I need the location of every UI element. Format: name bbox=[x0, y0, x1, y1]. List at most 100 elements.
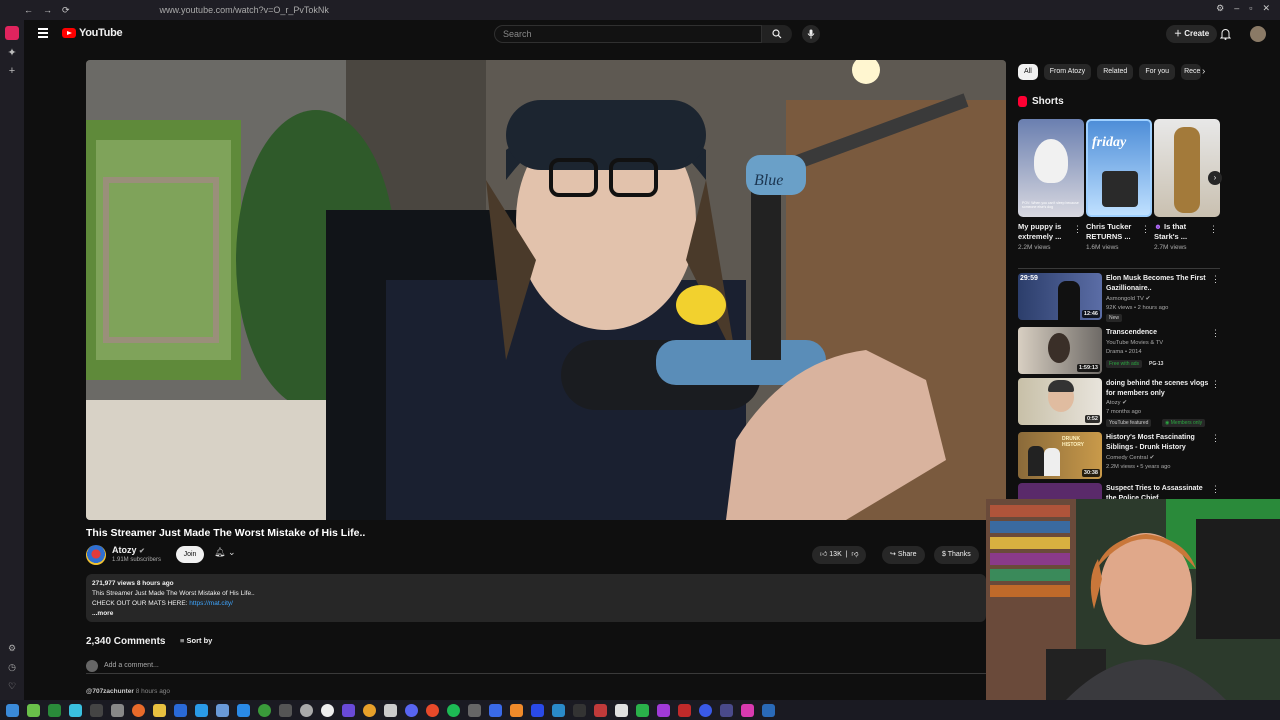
youtube-logo[interactable]: YouTube bbox=[62, 27, 123, 39]
thanks-button[interactable]: $ Thanks bbox=[934, 546, 979, 564]
description-link[interactable]: https://mat.city/ bbox=[189, 600, 233, 607]
sidebar-history-icon[interactable]: ◷ bbox=[8, 662, 16, 673]
start-icon[interactable] bbox=[6, 703, 19, 717]
chip-related[interactable]: Related bbox=[1097, 64, 1134, 80]
taskbar-app-icon[interactable] bbox=[615, 703, 628, 717]
close-icon[interactable]: ✕ bbox=[1262, 3, 1270, 14]
recommendation-item[interactable]: DRUNK HISTORY 30:38 History's Most Fasci… bbox=[1018, 432, 1220, 480]
taskbar-app-icon[interactable] bbox=[699, 703, 712, 717]
recommendation-thumbnail[interactable]: 0:52 bbox=[1018, 378, 1102, 425]
search-button[interactable] bbox=[762, 25, 792, 43]
recommendation-thumbnail[interactable]: 29:59 12:46 bbox=[1018, 273, 1102, 320]
like-button[interactable]: 👍︎ 13K | 👎︎ bbox=[812, 546, 867, 564]
sort-button[interactable]: ≡ Sort by bbox=[180, 636, 212, 645]
chip-all[interactable]: All bbox=[1018, 64, 1038, 80]
kebab-icon[interactable]: ⋮ bbox=[1073, 224, 1082, 235]
taskbar-app-icon[interactable] bbox=[216, 703, 229, 717]
taskbar-app-icon[interactable] bbox=[321, 703, 334, 717]
taskbar-app-icon[interactable] bbox=[279, 703, 292, 717]
channel-name[interactable]: Atozy ✔ bbox=[112, 545, 145, 555]
spotify-icon[interactable] bbox=[447, 703, 460, 717]
subscription-bell-button[interactable]: 🔔︎ ⌄ bbox=[214, 547, 236, 558]
taskbar-app-icon[interactable] bbox=[531, 703, 544, 717]
taskbar-app-icon[interactable] bbox=[594, 703, 607, 717]
taskbar-app-icon[interactable] bbox=[300, 703, 313, 717]
chevron-right-icon[interactable]: › bbox=[1202, 66, 1205, 77]
folder-icon[interactable] bbox=[153, 703, 166, 717]
recommendation-item[interactable]: 29:59 12:46 Elon Musk Becomes The First … bbox=[1018, 273, 1220, 322]
sidebar-new-icon[interactable]: + bbox=[0, 65, 24, 77]
show-more-button[interactable]: ...more bbox=[92, 609, 980, 619]
xbox-icon[interactable] bbox=[258, 703, 271, 717]
sidebar-favorite-icon[interactable]: ♡ bbox=[8, 681, 16, 692]
taskbar-app-icon[interactable] bbox=[720, 703, 733, 717]
taskbar-app-icon[interactable] bbox=[195, 703, 208, 717]
kebab-icon[interactable]: ⋮ bbox=[1141, 224, 1150, 235]
taskbar-app-icon[interactable] bbox=[363, 703, 376, 717]
voice-search-button[interactable] bbox=[802, 25, 820, 43]
taskbar-app-icon[interactable] bbox=[90, 703, 103, 717]
taskbar-app-icon[interactable] bbox=[636, 703, 649, 717]
taskbar-app-icon[interactable] bbox=[426, 703, 439, 717]
vlc-icon[interactable] bbox=[510, 703, 523, 717]
comment-author[interactable]: @707zachunter bbox=[86, 688, 134, 695]
kebab-icon[interactable]: ⋮ bbox=[1211, 484, 1220, 495]
kebab-icon[interactable]: ⋮ bbox=[1211, 433, 1220, 444]
short-thumbnail[interactable]: POV: When you can't sleep because someon… bbox=[1018, 119, 1084, 217]
chip-recent[interactable]: Rece bbox=[1181, 64, 1202, 80]
create-button[interactable]: ＋ Create bbox=[1166, 25, 1218, 43]
search-input[interactable]: Search bbox=[494, 25, 762, 43]
recommendation-item[interactable]: Suspect Tries to Assassinate the Police … bbox=[1018, 483, 1220, 500]
kebab-icon[interactable]: ⋮ bbox=[1209, 224, 1218, 235]
short-item[interactable]: friday Chris Tucker RETURNS ... 1.6M vie… bbox=[1086, 119, 1152, 251]
taskbar-app-icon[interactable] bbox=[468, 703, 481, 717]
reload-icon[interactable]: ⟳ bbox=[62, 5, 70, 16]
account-avatar[interactable] bbox=[1250, 26, 1266, 42]
short-item[interactable]: ☻ Is that Stark's ... 2.7M views ⋮ bbox=[1154, 119, 1220, 251]
sidebar-app-icon[interactable] bbox=[5, 26, 19, 40]
firefox-icon[interactable] bbox=[132, 703, 145, 717]
taskbar-app-icon[interactable] bbox=[741, 703, 754, 717]
video-player[interactable]: Blue bbox=[86, 60, 1006, 520]
taskbar-app-icon[interactable] bbox=[762, 703, 775, 717]
taskbar-app-icon[interactable] bbox=[48, 703, 61, 717]
maximize-icon[interactable]: ▫ bbox=[1249, 3, 1252, 14]
back-icon[interactable]: ← bbox=[24, 5, 33, 16]
short-thumbnail[interactable] bbox=[1154, 119, 1220, 217]
sidebar-add-icon[interactable]: ✦ bbox=[0, 46, 24, 59]
forward-icon[interactable]: → bbox=[43, 5, 52, 16]
chip-for-you[interactable]: For you bbox=[1139, 64, 1176, 80]
taskbar-app-icon[interactable] bbox=[342, 703, 355, 717]
address-bar[interactable]: www.youtube.com/watch?v=O_r_PvTokNk bbox=[160, 5, 329, 15]
recommendation-item[interactable]: 0:52 doing behind the scenes vlogs for m… bbox=[1018, 378, 1220, 427]
kebab-icon[interactable]: ⋮ bbox=[1211, 328, 1220, 339]
recommendation-thumbnail[interactable]: 1:59:13 bbox=[1018, 327, 1102, 374]
chip-from-atozy[interactable]: From Atozy bbox=[1043, 64, 1092, 80]
taskbar-app-icon[interactable] bbox=[657, 703, 670, 717]
kebab-icon[interactable]: ⋮ bbox=[1211, 274, 1220, 285]
sidebar-settings-icon[interactable]: ⚙ bbox=[8, 643, 16, 654]
recommendation-thumbnail[interactable] bbox=[1018, 483, 1102, 500]
shorts-next-button[interactable]: › bbox=[1208, 171, 1222, 185]
kebab-icon[interactable]: ⋮ bbox=[1211, 379, 1220, 390]
taskbar-app-icon[interactable] bbox=[237, 703, 250, 717]
menu-icon[interactable] bbox=[38, 28, 48, 38]
channel-avatar[interactable] bbox=[86, 545, 106, 565]
recommendation-thumbnail[interactable]: DRUNK HISTORY 30:38 bbox=[1018, 432, 1102, 479]
share-button[interactable]: ↪ Share bbox=[882, 546, 925, 564]
add-comment-field[interactable]: Add a comment... bbox=[86, 660, 986, 674]
discord-icon[interactable] bbox=[405, 703, 418, 717]
taskbar-app-icon[interactable] bbox=[384, 703, 397, 717]
short-item[interactable]: POV: When you can't sleep because someon… bbox=[1018, 119, 1084, 251]
short-thumbnail[interactable]: friday bbox=[1086, 119, 1152, 217]
recommendation-item[interactable]: 1:59:13 Transcendence YouTube Movies & T… bbox=[1018, 327, 1220, 375]
minimize-icon[interactable]: – bbox=[1234, 3, 1239, 14]
taskbar-app-icon[interactable] bbox=[111, 703, 124, 717]
taskbar-app-icon[interactable] bbox=[174, 703, 187, 717]
description-box[interactable]: 271,977 views 8 hours ago This Streamer … bbox=[86, 574, 986, 622]
join-button[interactable]: Join bbox=[176, 546, 204, 563]
taskbar-app-icon[interactable] bbox=[573, 703, 586, 717]
taskbar-app-icon[interactable] bbox=[552, 703, 565, 717]
taskbar-app-icon[interactable] bbox=[489, 703, 502, 717]
extensions-icon[interactable]: ⚙ bbox=[1216, 3, 1224, 14]
